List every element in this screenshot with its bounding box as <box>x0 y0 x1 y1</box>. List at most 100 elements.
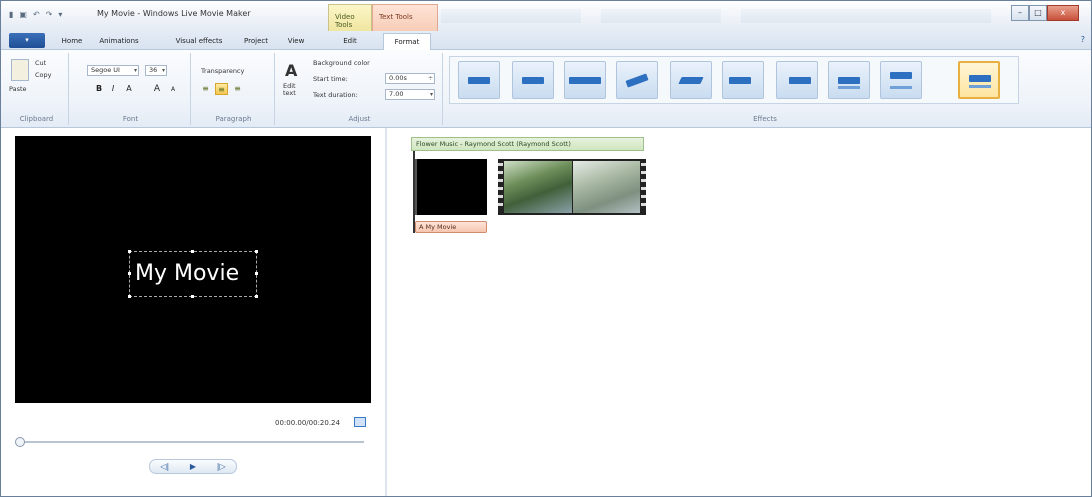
text-duration-select[interactable]: 7.00 ▾ <box>385 89 435 100</box>
effect-thumbnail[interactable] <box>458 61 500 99</box>
font-size-select[interactable]: 36 ▾ <box>145 65 167 76</box>
title-clip[interactable] <box>415 159 487 215</box>
effect-thumbnail[interactable] <box>776 61 818 99</box>
video-tools-context-tab[interactable]: Video Tools <box>328 4 372 31</box>
italic-button[interactable]: I <box>107 83 119 95</box>
maximize-button[interactable]: □ <box>1029 5 1047 21</box>
chevron-down-icon: ▾ <box>161 67 165 74</box>
tab-visual-effects[interactable]: Visual effects <box>167 33 231 50</box>
text-tools-context-tab[interactable]: Text Tools <box>372 4 438 31</box>
preview-title-text[interactable]: My Movie <box>135 261 239 286</box>
next-frame-icon[interactable]: |▷ <box>217 462 226 471</box>
title-bar: ▮ ▣ ↶ ↷ ▾ My Movie - Windows Live Movie … <box>1 1 1091 31</box>
font-family-value: Segoe UI <box>91 66 120 74</box>
spinner-icon: ÷ <box>427 75 433 82</box>
fullscreen-icon[interactable] <box>354 417 366 427</box>
seek-bar[interactable] <box>19 441 364 443</box>
text-color-icon[interactable]: A <box>285 61 297 80</box>
file-menu-button[interactable]: ▾ <box>9 33 45 48</box>
paragraph-group-label: Paragraph <box>215 115 252 123</box>
save-icon[interactable]: ▣ <box>19 10 27 19</box>
edit-text-button[interactable]: Edit text <box>283 83 301 97</box>
effect-thumbnail[interactable] <box>722 61 764 99</box>
grow-font-button[interactable]: A <box>151 83 163 95</box>
chevron-down-icon: ▾ <box>133 67 137 74</box>
tab-home[interactable]: Home <box>53 33 91 50</box>
copy-button[interactable]: Copy <box>35 71 52 79</box>
undo-icon[interactable]: ↶ <box>33 10 40 19</box>
minimize-button[interactable]: – <box>1011 5 1029 21</box>
pane-splitter[interactable] <box>385 128 387 496</box>
background-color-button[interactable]: Background color <box>313 59 370 67</box>
tab-edit[interactable]: Edit <box>335 33 365 50</box>
resize-handle[interactable] <box>191 250 194 253</box>
effect-thumbnail[interactable] <box>670 61 712 99</box>
resize-handle[interactable] <box>191 295 194 298</box>
effect-thumbnail[interactable] <box>512 61 554 99</box>
app-icon[interactable]: ▮ <box>9 10 13 19</box>
previous-frame-icon[interactable]: ◁| <box>160 462 169 471</box>
font-color-button[interactable]: A <box>123 83 135 95</box>
tab-format[interactable]: Format <box>383 33 431 51</box>
seek-thumb[interactable] <box>15 437 25 447</box>
start-time-input[interactable]: 0.00s ÷ <box>385 73 435 84</box>
align-left-icon[interactable]: ≡ <box>199 83 212 95</box>
font-size-value: 36 <box>149 66 158 74</box>
clip-frame-thumbnail <box>573 161 640 213</box>
resize-handle[interactable] <box>255 295 258 298</box>
ribbon-tabs: ▾ Home Animations Visual effects Project… <box>1 31 1091 51</box>
transparency-button[interactable]: Transparency <box>201 67 244 75</box>
font-group: Segoe UI ▾ 36 ▾ B I A A A Font <box>71 53 191 125</box>
align-right-icon[interactable]: ≡ <box>231 83 244 95</box>
resize-handle[interactable] <box>128 250 131 253</box>
effect-thumbnail[interactable] <box>880 61 922 99</box>
chevron-down-icon: ▾ <box>429 91 433 98</box>
shrink-font-button[interactable]: A <box>167 84 179 96</box>
help-icon[interactable]: ? <box>1081 35 1085 44</box>
cut-button[interactable]: Cut <box>35 59 46 67</box>
quick-access-toolbar: ▮ ▣ ↶ ↷ ▾ <box>9 10 62 19</box>
effects-group-label: Effects <box>753 115 777 123</box>
align-center-icon[interactable]: ≡ <box>215 83 228 95</box>
music-track[interactable]: Flower Music - Raymond Scott (Raymond Sc… <box>411 137 644 151</box>
movie-maker-window: ▮ ▣ ↶ ↷ ▾ My Movie - Windows Live Movie … <box>0 0 1092 497</box>
resize-handle[interactable] <box>128 272 131 275</box>
tab-project[interactable]: Project <box>237 33 275 50</box>
window-controls: – □ x <box>1011 5 1079 21</box>
play-icon[interactable]: ▶ <box>190 462 196 471</box>
effect-thumbnail[interactable] <box>616 61 658 99</box>
redo-icon[interactable]: ↷ <box>46 10 53 19</box>
resize-handle[interactable] <box>255 272 258 275</box>
window-title: My Movie - Windows Live Movie Maker <box>97 9 251 18</box>
storyboard: Flower Music - Raymond Scott (Raymond Sc… <box>411 137 646 237</box>
clip-frame-thumbnail <box>504 161 572 213</box>
text-duration-value: 7.00 <box>389 90 404 98</box>
timecode: 00:00.00/00:20.24 <box>275 419 340 427</box>
font-family-select[interactable]: Segoe UI ▾ <box>87 65 139 76</box>
close-button[interactable]: x <box>1047 5 1079 21</box>
effect-thumbnail[interactable] <box>828 61 870 99</box>
bold-button[interactable]: B <box>93 83 105 95</box>
paste-button[interactable]: Paste <box>9 85 27 93</box>
clipboard-group-label: Clipboard <box>19 115 54 123</box>
start-time-label: Start time: <box>313 75 348 83</box>
paragraph-group: Transparency ≡ ≡ ≡ Paragraph <box>193 53 275 125</box>
playback-controls: ◁| ▶ |▷ <box>149 459 237 474</box>
effects-gallery: ▴▾≡ <box>449 56 1019 104</box>
text-duration-label: Text duration: <box>313 91 358 99</box>
resize-handle[interactable] <box>255 250 258 253</box>
video-clip[interactable] <box>498 159 646 215</box>
paste-icon[interactable] <box>11 59 29 81</box>
tab-animations[interactable]: Animations <box>93 33 145 50</box>
adjust-group: A Edit text Background color Start time:… <box>277 53 443 125</box>
adjust-group-label: Adjust <box>348 115 371 123</box>
clipboard-group: Paste Cut Copy Clipboard <box>5 53 69 125</box>
effect-thumbnail[interactable] <box>564 61 606 99</box>
effect-thumbnail-selected[interactable] <box>958 61 1000 99</box>
caption-track[interactable]: A My Movie <box>415 221 487 233</box>
font-group-label: Font <box>122 115 139 123</box>
tab-view[interactable]: View <box>281 33 311 50</box>
qat-dropdown-icon[interactable]: ▾ <box>58 10 62 19</box>
start-time-value: 0.00s <box>389 74 407 82</box>
resize-handle[interactable] <box>128 295 131 298</box>
